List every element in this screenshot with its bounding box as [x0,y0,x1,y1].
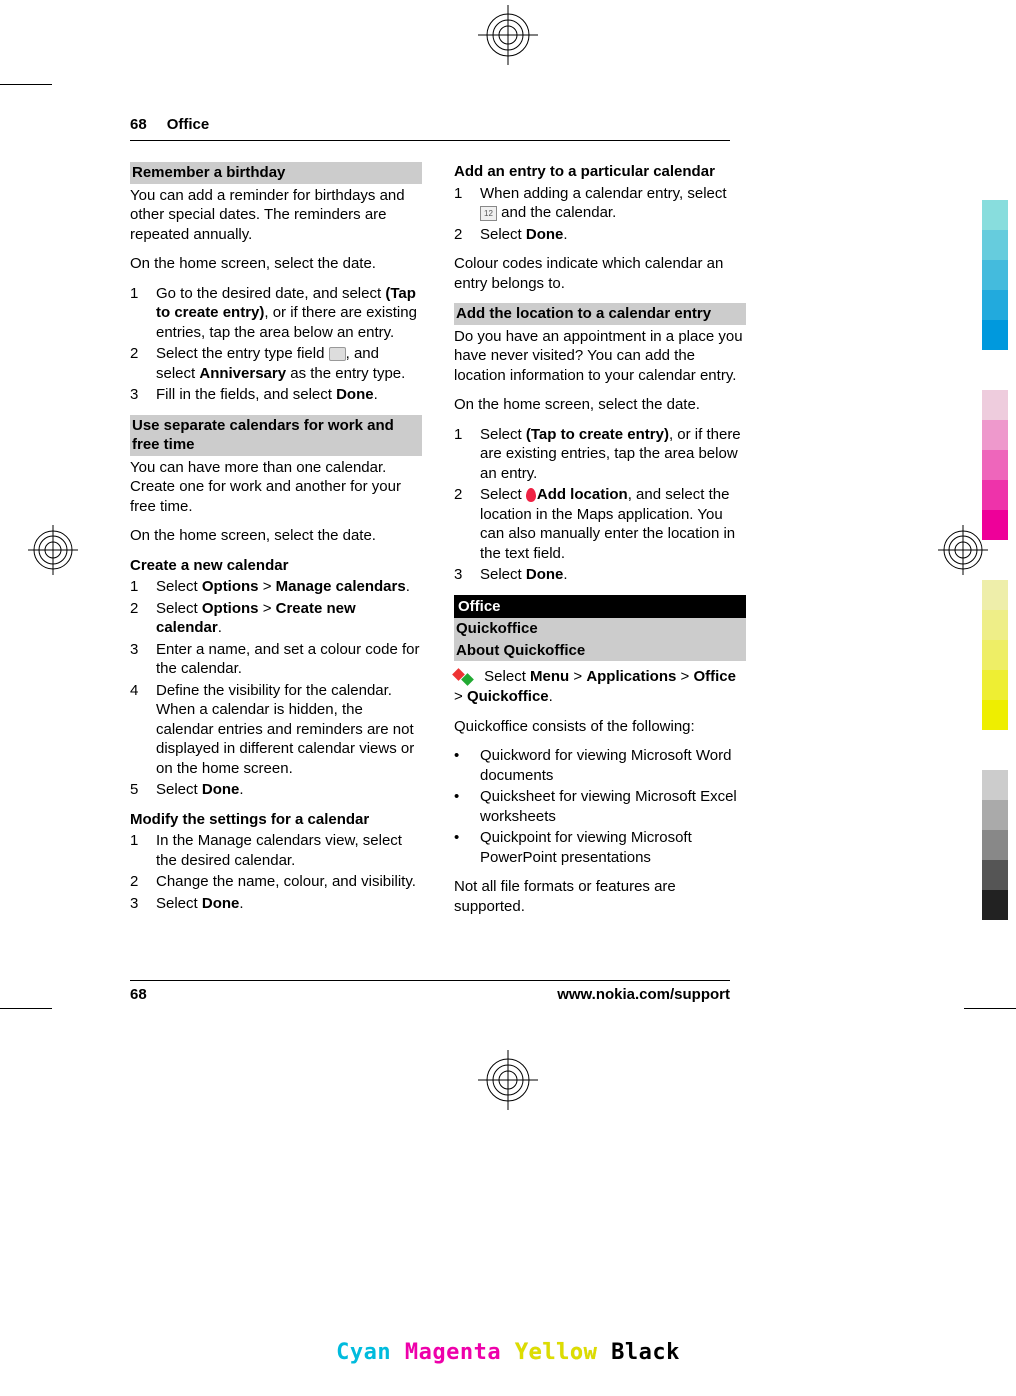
header-page-number: 68 [130,116,147,133]
steps-list: 1When adding a calendar entry, select 12… [454,184,746,245]
cmyk-label: Cyan Magenta Yellow Black [336,1340,680,1365]
paragraph: You can have more than one calendar. Cre… [130,458,422,517]
page-header: 68 Office [130,116,850,133]
registration-mark-top [478,5,538,70]
step-item: 2Select Options > Create new calendar. [130,599,422,638]
page-footer: 68 www.nokia.com/support [130,986,730,1003]
entry-type-icon [329,347,346,361]
footer-url: www.nokia.com/support [557,986,730,1003]
list-item: •Quickword for viewing Microsoft Word do… [454,746,746,785]
crop-mark [0,1008,52,1009]
step-item: 3Fill in the fields, and select Done. [130,385,422,405]
section-title-add-location: Add the location to a calendar entry [454,303,746,325]
list-item: •Quickpoint for viewing Microsoft PowerP… [454,828,746,867]
paragraph: On the home screen, select the date. [454,395,746,415]
step-item: 2Change the name, colour, and visibility… [130,872,422,892]
step-item: 2Select Add location, and select the loc… [454,485,746,563]
step-item: 1In the Manage calendars view, select th… [130,831,422,870]
step-item: 4Define the visibility for the calendar.… [130,681,422,779]
step-item: 2Select Done. [454,225,746,245]
list-item: •Quicksheet for viewing Microsoft Excel … [454,787,746,826]
subtitle-modify-calendar: Modify the settings for a calendar [130,810,422,830]
subtitle-add-entry-calendar: Add an entry to a particular calendar [454,162,746,182]
crop-mark [964,1008,1016,1009]
steps-list: 1Select (Tap to create entry), or if the… [454,425,746,585]
step-item: 3Enter a name, and set a colour code for… [130,640,422,679]
header-section: Office [167,116,210,133]
subtitle-create-calendar: Create a new calendar [130,556,422,576]
section-title-about-quickoffice: About Quickoffice [454,640,746,662]
calendar-12-icon: 12 [480,206,497,221]
paragraph: On the home screen, select the date. [130,254,422,274]
steps-list: 1In the Manage calendars view, select th… [130,831,422,913]
registration-mark-right [938,525,988,580]
bullet-list: •Quickword for viewing Microsoft Word do… [454,746,746,867]
step-item: 3Select Done. [454,565,746,585]
footer-page-number: 68 [130,986,147,1003]
header-rule [130,140,730,141]
location-pin-icon [526,488,536,502]
section-title-separate-calendars: Use separate calendars for work and free… [130,415,422,456]
paragraph: Do you have an appointment in a place yo… [454,327,746,386]
step-item: 5Select Done. [130,780,422,800]
cyan-label: Cyan [336,1340,391,1365]
step-item: 2Select the entry type field , and selec… [130,344,422,383]
paragraph: You can add a reminder for birthdays and… [130,186,422,245]
section-title-remember-birthday: Remember a birthday [130,162,422,184]
section-title-quickoffice: Quickoffice [454,618,746,640]
quickoffice-icon [454,667,476,687]
step-item: 1Go to the desired date, and select (Tap… [130,284,422,343]
step-item: 1Select (Tap to create entry), or if the… [454,425,746,484]
color-bars [982,200,1008,920]
registration-mark-bottom [478,1050,538,1115]
paragraph: On the home screen, select the date. [130,526,422,546]
step-item: 1Select Options > Manage calendars. [130,577,422,597]
black-label: Black [611,1340,680,1365]
paragraph: Not all file formats or features are sup… [454,877,746,916]
step-item: 3Select Done. [130,894,422,914]
section-heading-office: Office [454,595,746,619]
paragraph: Select Menu > Applications > Office > Qu… [454,667,746,707]
crop-mark [0,84,52,85]
content-area: Remember a birthday You can add a remind… [130,162,746,972]
yellow-label: Yellow [515,1340,597,1365]
steps-list: 1Go to the desired date, and select (Tap… [130,284,422,405]
paragraph: Colour codes indicate which calendar an … [454,254,746,293]
magenta-label: Magenta [405,1340,501,1365]
footer-rule [130,980,730,981]
steps-list: 1Select Options > Manage calendars. 2Sel… [130,577,422,800]
registration-mark-left [28,525,78,580]
step-item: 1When adding a calendar entry, select 12… [454,184,746,223]
paragraph: Quickoffice consists of the following: [454,717,746,737]
